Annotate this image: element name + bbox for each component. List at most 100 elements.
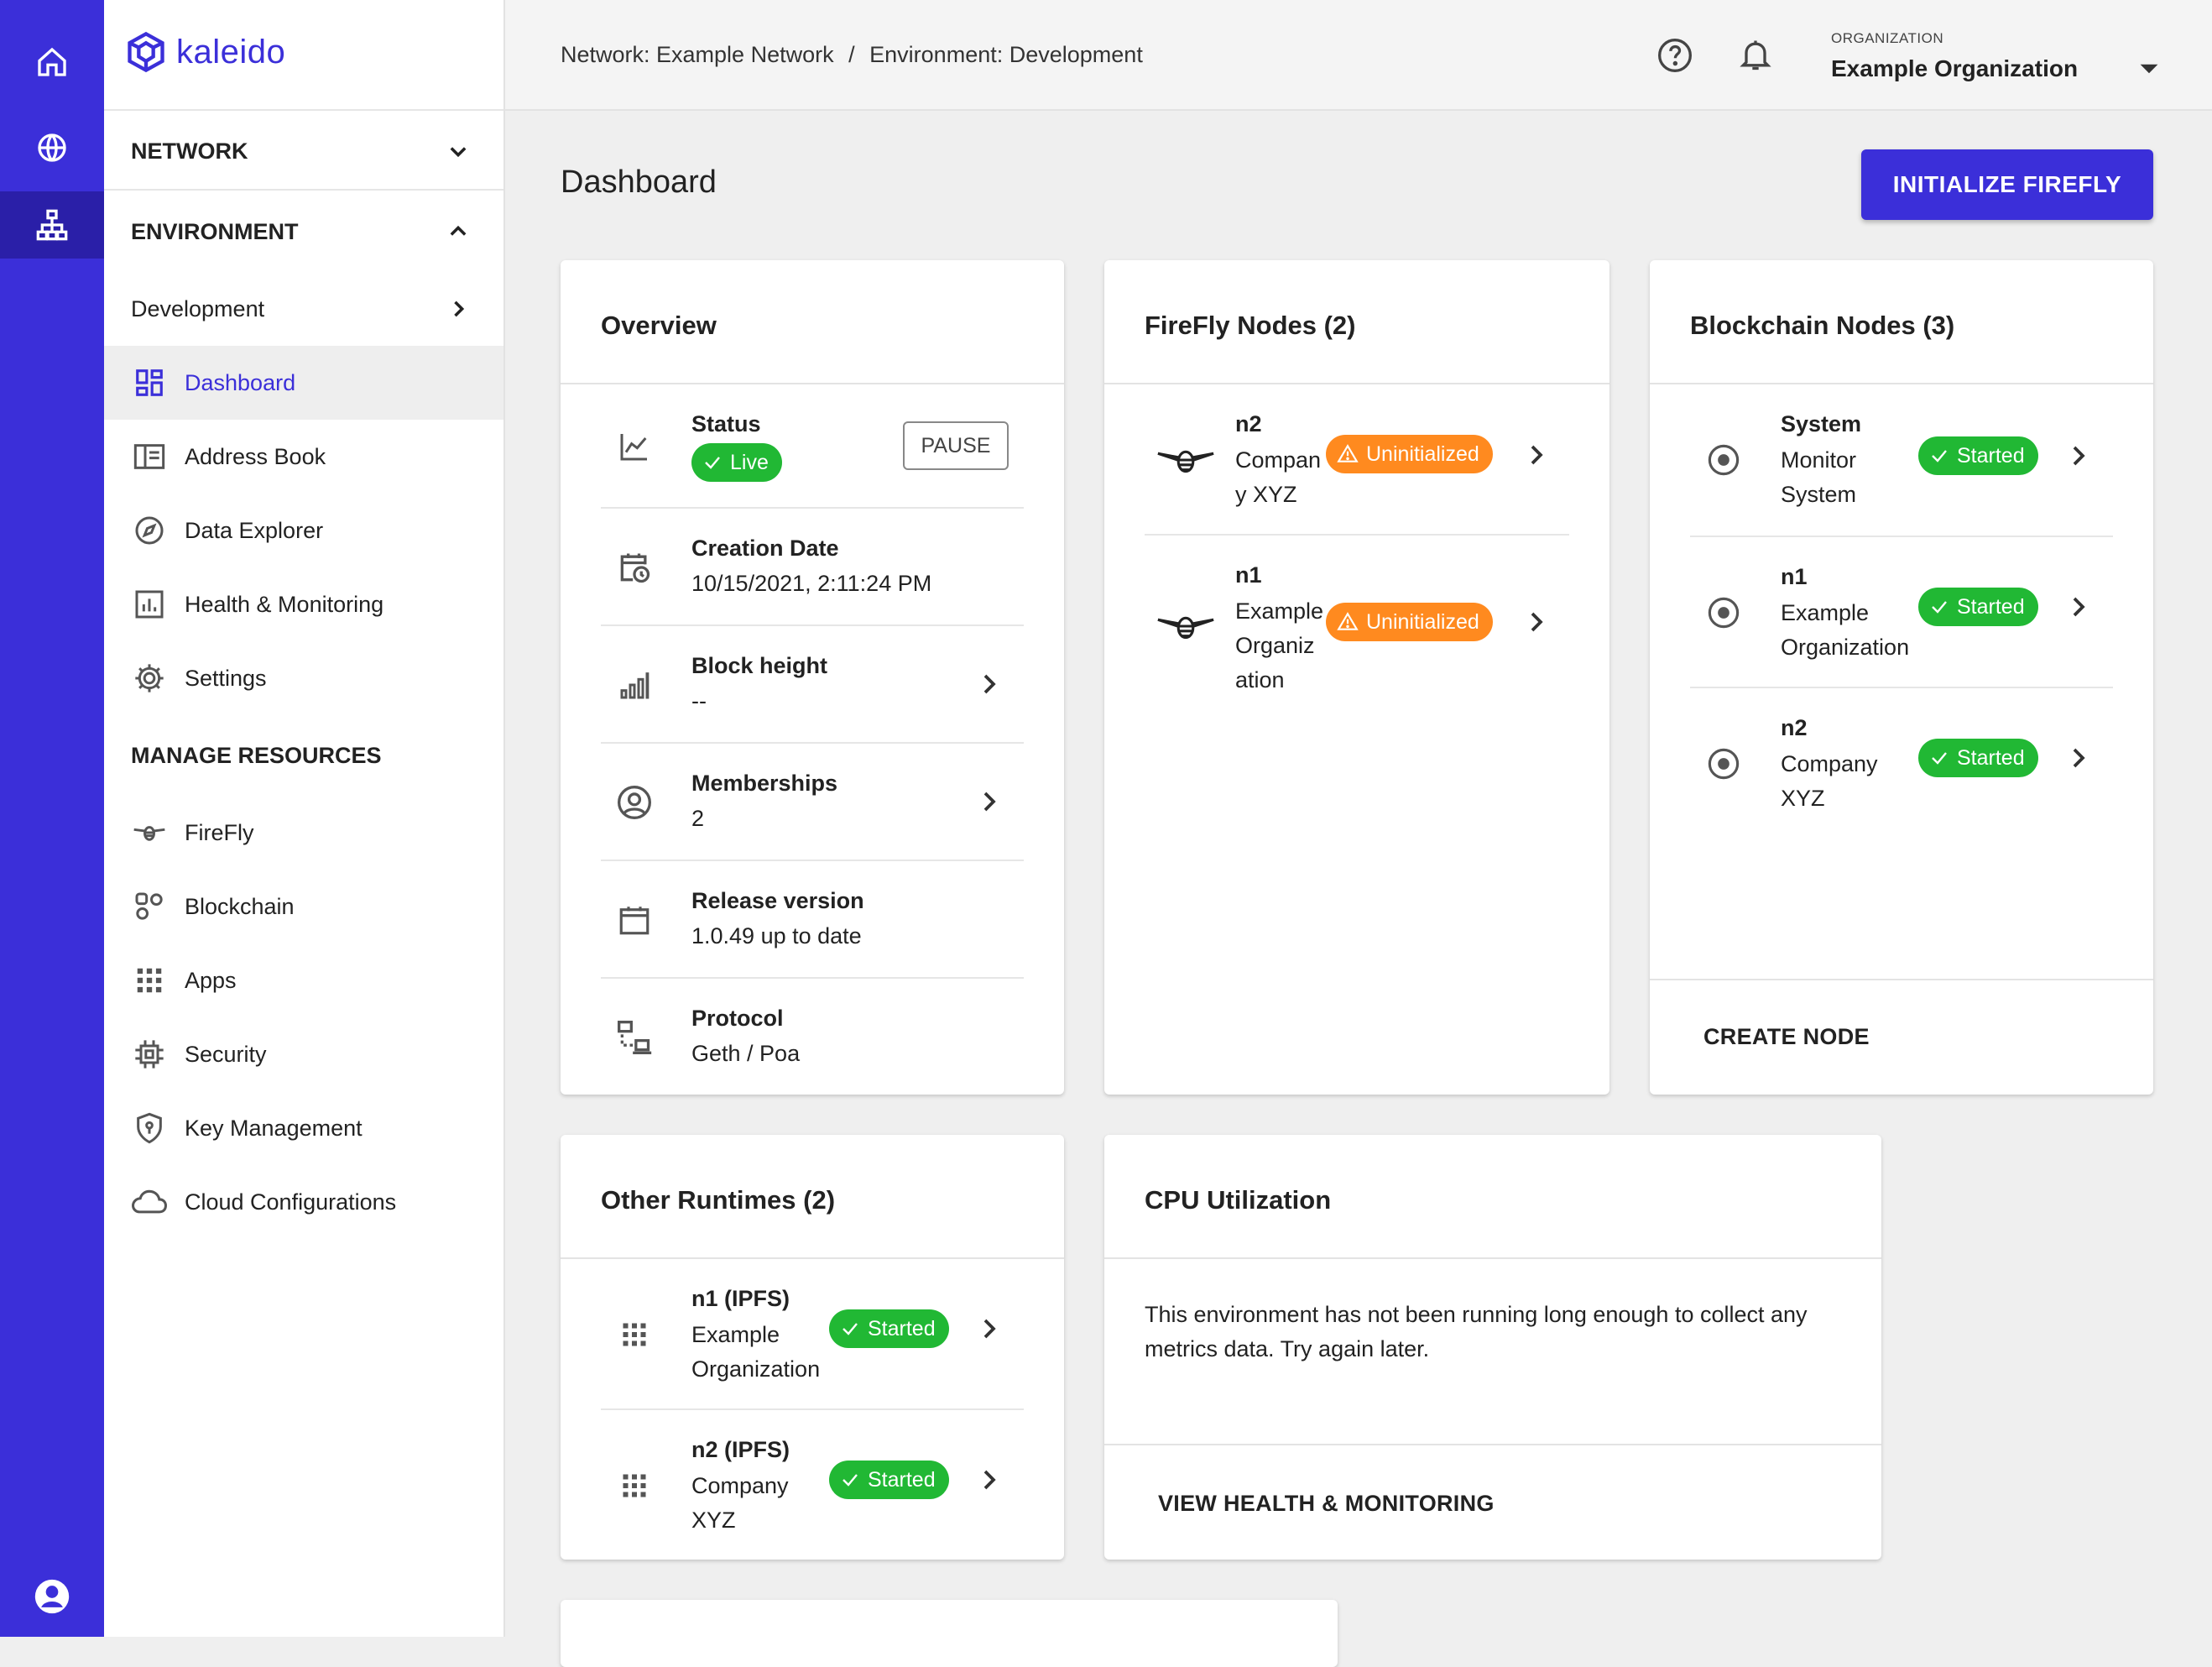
- chevron-right-icon[interactable]: [980, 1467, 999, 1492]
- status-badge: Uninitialized: [1326, 435, 1493, 473]
- protocol-icon: [614, 1017, 655, 1058]
- network-section-toggle[interactable]: NETWORK: [104, 114, 503, 188]
- globe-icon[interactable]: [0, 114, 104, 181]
- organization-selector[interactable]: Example Organization: [1831, 55, 2078, 82]
- divider: [1690, 536, 2113, 537]
- divider: [1650, 979, 2153, 980]
- sidebar-item-label: Address Book: [185, 443, 326, 469]
- chevron-right-icon[interactable]: [980, 789, 999, 814]
- sidebar-item-label: Key Management: [185, 1115, 363, 1141]
- bell-icon[interactable]: [1737, 35, 1774, 78]
- sidebar-item-key-management[interactable]: Key Management: [104, 1091, 503, 1165]
- divider: [601, 742, 1024, 744]
- cpu-utilization-card: CPU Utilization This environment has not…: [1104, 1135, 1881, 1560]
- radio-node-icon: [1703, 593, 1744, 633]
- environment-selector[interactable]: Development: [104, 272, 503, 346]
- sidebar-item-label: Security: [185, 1041, 267, 1067]
- cpu-message-line: This environment has not been running lo…: [1145, 1302, 1808, 1327]
- status-badge: Started: [1918, 739, 2038, 777]
- firefly-icon: [1156, 606, 1215, 646]
- sidebar-item-blockchain[interactable]: Blockchain: [104, 870, 503, 943]
- card-title: CPU Utilization: [1145, 1185, 1332, 1215]
- sidebar-item-firefly[interactable]: FireFly: [104, 796, 503, 870]
- status-text: Started: [868, 1316, 936, 1340]
- protocol-label: Protocol: [691, 1006, 784, 1031]
- creation-date-value: 10/15/2021, 2:11:24 PM: [691, 571, 932, 596]
- blockchain-icon: [131, 888, 168, 925]
- status-text: Started: [1957, 745, 2025, 770]
- node-org: Example Organization: [1781, 596, 1909, 665]
- chevron-right-icon[interactable]: [980, 1316, 999, 1341]
- status-text: Started: [1957, 594, 2025, 619]
- cpu-message-line: metrics data. Try again later.: [1145, 1336, 1430, 1361]
- network-icon[interactable]: [0, 191, 104, 259]
- account-icon[interactable]: [0, 1563, 104, 1630]
- runtime-org-line: Organization: [691, 1356, 821, 1382]
- initialize-firefly-button[interactable]: INITIALIZE FIREFLY: [1861, 149, 2153, 220]
- chevron-down-icon: [450, 147, 467, 158]
- node-org: Company XYZ: [1781, 747, 1878, 816]
- status-text: Uninitialized: [1366, 442, 1479, 466]
- node-name: n2: [1235, 411, 1262, 436]
- divider: [601, 624, 1024, 626]
- help-icon[interactable]: [1656, 37, 1693, 78]
- sidebar-item-dashboard[interactable]: Dashboard: [104, 346, 503, 420]
- view-health-monitoring-button[interactable]: VIEW HEALTH & MONITORING: [1158, 1491, 1495, 1517]
- breadcrumb: Network: Example Network / Environment: …: [561, 42, 1143, 68]
- release-version-value: 1.0.49 up to date: [691, 923, 862, 948]
- memberships-value: 2: [691, 806, 705, 831]
- check-icon: [1932, 752, 1947, 765]
- sidebar-item-security[interactable]: Security: [104, 1017, 503, 1091]
- sidebar-item-apps[interactable]: Apps: [104, 943, 503, 1017]
- organization-label: ORGANIZATION: [1831, 30, 1944, 46]
- network-label: NETWORK: [131, 138, 248, 164]
- brand-name: kaleido: [176, 33, 286, 71]
- card-title: FireFly Nodes (2): [1145, 311, 1356, 340]
- chevron-right-icon[interactable]: [2069, 594, 2088, 619]
- sidebar-item-data-explorer[interactable]: Data Explorer: [104, 494, 503, 567]
- pause-button[interactable]: PAUSE: [903, 421, 1009, 470]
- apps-grid-icon: [614, 1314, 655, 1355]
- manage-resources-heading: MANAGE RESOURCES: [104, 719, 503, 792]
- chevron-right-icon[interactable]: [1527, 609, 1546, 635]
- firefly-icon: [1156, 440, 1215, 480]
- status-badge: Live: [691, 443, 782, 482]
- divider: [561, 383, 1064, 384]
- node-name: n1: [1235, 562, 1262, 588]
- divider: [1650, 383, 2153, 384]
- create-node-button[interactable]: CREATE NODE: [1703, 1024, 1870, 1050]
- release-version-label: Release version: [691, 888, 864, 913]
- signal-bars-icon: [614, 665, 655, 705]
- sidebar-item-address-book[interactable]: Address Book: [104, 420, 503, 494]
- status-badge: Started: [829, 1461, 949, 1499]
- divider: [104, 189, 503, 191]
- home-icon[interactable]: [0, 29, 104, 96]
- chevron-right-icon[interactable]: [1527, 442, 1546, 468]
- sidebar-item-cloud-configurations[interactable]: Cloud Configurations: [104, 1165, 503, 1239]
- block-height-label: Block height: [691, 653, 828, 678]
- status-text: Uninitialized: [1366, 609, 1479, 634]
- chevron-right-icon[interactable]: [980, 672, 999, 697]
- breadcrumb-environment[interactable]: Environment: Development: [869, 42, 1143, 67]
- caret-down-icon[interactable]: [2138, 60, 2160, 81]
- divider: [601, 507, 1024, 509]
- manage-resources-label: MANAGE RESOURCES: [131, 742, 382, 768]
- chevron-right-icon[interactable]: [2069, 443, 2088, 468]
- partial-card: [561, 1600, 1338, 1667]
- sidebar-item-settings[interactable]: Settings: [104, 641, 503, 715]
- kaleido-logo[interactable]: kaleido: [124, 30, 285, 74]
- sidebar-item-health-monitoring[interactable]: Health & Monitoring: [104, 567, 503, 641]
- chevron-up-icon: [450, 225, 467, 236]
- chevron-right-icon: [454, 300, 465, 317]
- breadcrumb-network[interactable]: Network: Example Network: [561, 42, 834, 67]
- node-org-line: Monitor: [1781, 447, 1857, 473]
- chevron-right-icon[interactable]: [2069, 745, 2088, 771]
- environment-label: ENVIRONMENT: [131, 218, 299, 244]
- environment-section-toggle[interactable]: ENVIRONMENT: [104, 195, 503, 269]
- breadcrumb-separator: /: [848, 42, 855, 67]
- node-org-line: Organiz: [1235, 633, 1315, 658]
- line-chart-icon: [614, 426, 655, 467]
- runtime-org-line: Example: [691, 1322, 780, 1347]
- cloud-icon: [131, 1184, 168, 1220]
- status-text: Started: [868, 1467, 936, 1492]
